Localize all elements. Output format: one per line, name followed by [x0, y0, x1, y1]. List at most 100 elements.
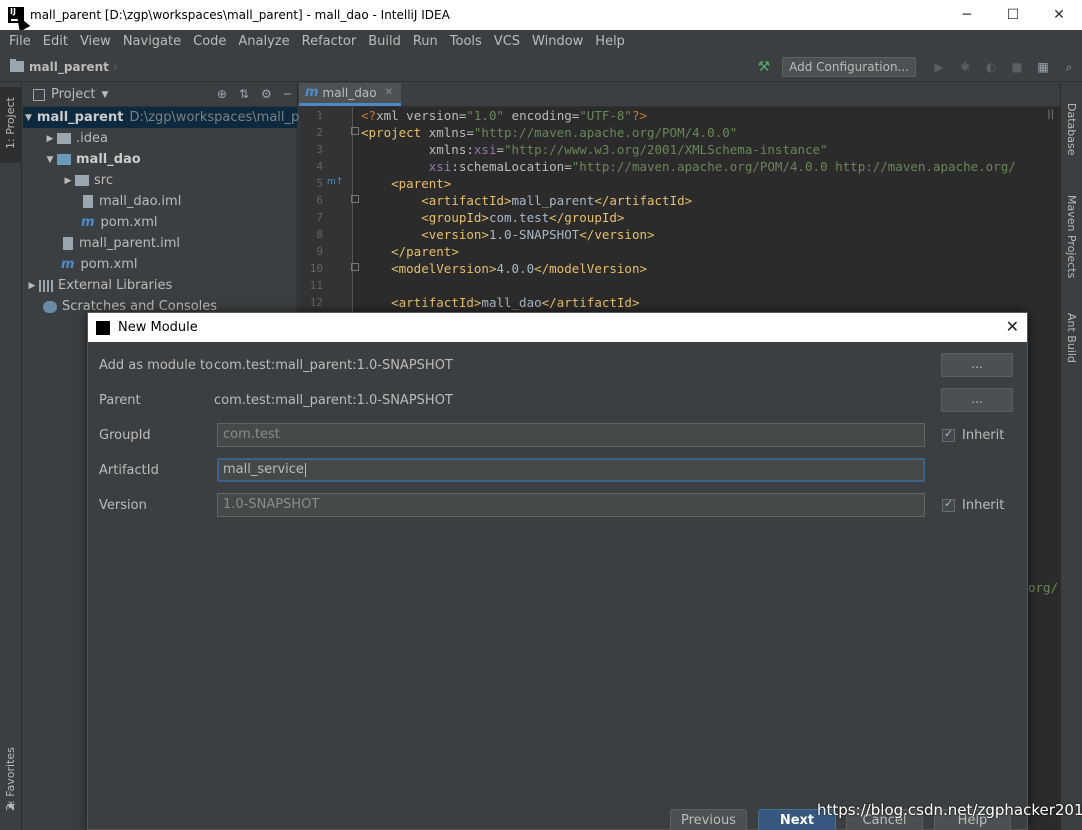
- groupid-inherit-checkbox[interactable]: Inherit: [942, 427, 1005, 443]
- tree-item-dao-pom[interactable]: m pom.xml: [23, 212, 297, 233]
- artifactid-field[interactable]: mall_service: [217, 458, 925, 482]
- tree-item-mall-dao[interactable]: ▼ mall_dao: [23, 149, 297, 170]
- tree-item-label: src: [94, 173, 113, 188]
- pause-icon: ||: [1047, 109, 1054, 120]
- maven-projects-tool-tab[interactable]: Maven Projects: [1065, 195, 1078, 278]
- tree-item-mall-parent-iml[interactable]: mall_parent.iml: [23, 233, 297, 254]
- artifactid-row: ArtifactId mall_service: [88, 457, 1029, 483]
- project-view-icon: [33, 88, 45, 101]
- search-icon[interactable]: ⌕: [1056, 60, 1082, 75]
- menu-vcs[interactable]: VCS: [488, 34, 526, 49]
- collapsed-arrow-icon[interactable]: ▶: [25, 281, 39, 291]
- version-field[interactable]: 1.0-SNAPSHOT: [217, 493, 925, 517]
- code-line-5: <parent>: [391, 176, 452, 191]
- database-tool-tab[interactable]: Database: [1065, 103, 1078, 156]
- line-number: 6: [316, 194, 323, 207]
- module-folder-icon: [57, 154, 71, 165]
- line-number: 10: [309, 262, 323, 275]
- tree-item-external-libraries[interactable]: ▶ External Libraries: [23, 275, 297, 296]
- menu-refactor[interactable]: Refactor: [296, 34, 363, 49]
- code-content[interactable]: <?xml version="1.0" encoding="UTF-8"?> <…: [361, 107, 1016, 311]
- previous-button[interactable]: Previous: [670, 809, 747, 830]
- tree-item-label: mall_parent.iml: [79, 236, 180, 251]
- menu-run[interactable]: Run: [407, 34, 444, 49]
- gear-icon[interactable]: ⚙: [261, 87, 272, 101]
- tree-item-parent-pom[interactable]: m pom.xml: [23, 254, 297, 275]
- intellij-logo-icon: [96, 320, 110, 335]
- add-as-module-browse-button[interactable]: ...: [941, 353, 1013, 377]
- code-line-9: </parent>: [391, 244, 459, 259]
- inherit-label: Inherit: [962, 427, 1005, 443]
- menu-build[interactable]: Build: [362, 34, 407, 49]
- collapsed-arrow-icon[interactable]: ▶: [43, 134, 57, 144]
- tree-item-idea[interactable]: ▶ .idea: [23, 128, 297, 149]
- menu-analyze[interactable]: Analyze: [232, 34, 295, 49]
- maximize-button[interactable]: ☐: [990, 0, 1036, 30]
- fold-icon[interactable]: [351, 195, 359, 203]
- parent-row: Parent com.test:mall_parent:1.0-SNAPSHOT…: [88, 387, 1029, 413]
- line-number: 11: [309, 279, 323, 292]
- tree-item-src[interactable]: ▶ src: [23, 170, 297, 191]
- project-view-selector[interactable]: Project: [51, 87, 95, 102]
- menu-navigate[interactable]: Navigate: [117, 34, 187, 49]
- add-as-module-label: Add as module to: [99, 357, 214, 373]
- collapse-all-icon[interactable]: ⇅: [239, 87, 249, 101]
- close-icon[interactable]: ✕: [1006, 317, 1019, 336]
- tree-item-path: D:\zgp\workspaces\mall_pa: [129, 110, 308, 125]
- breadcrumb[interactable]: mall_parent ›: [10, 59, 118, 74]
- project-tool-tab[interactable]: 1: Project: [0, 87, 22, 163]
- groupid-field[interactable]: com.test: [217, 423, 925, 447]
- collapsed-arrow-icon[interactable]: ▶: [61, 176, 75, 186]
- version-inherit-checkbox[interactable]: Inherit: [942, 497, 1005, 513]
- tree-item-label: mall_dao.iml: [99, 194, 182, 209]
- project-structure-icon[interactable]: ▦: [1030, 60, 1056, 74]
- line-number: 7: [316, 211, 323, 224]
- editor-tab-mall-dao[interactable]: m mall_dao ✕: [299, 83, 401, 106]
- line-number: 2: [316, 126, 323, 139]
- add-as-module-row: Add as module to com.test:mall_parent:1.…: [88, 352, 1029, 378]
- fold-icon[interactable]: [351, 127, 359, 135]
- left-tool-strip: 1: Project 2: Favorites ★: [0, 83, 22, 830]
- debug-icon[interactable]: ✱: [952, 60, 978, 74]
- locate-icon[interactable]: ⊕: [217, 87, 227, 101]
- tree-item-mall-dao-iml[interactable]: mall_dao.iml: [23, 191, 297, 212]
- iml-file-icon: [83, 195, 93, 208]
- build-hammer-icon[interactable]: ⚒: [758, 59, 771, 75]
- menu-view[interactable]: View: [74, 34, 117, 49]
- code-line-1: <?xml version="1.0" encoding="UTF-8"?>: [361, 108, 648, 123]
- window-controls: ─ ☐ ✕: [944, 0, 1082, 30]
- add-as-module-value: com.test:mall_parent:1.0-SNAPSHOT: [214, 357, 453, 373]
- parent-browse-button[interactable]: ...: [941, 388, 1013, 412]
- parent-value: com.test:mall_parent:1.0-SNAPSHOT: [214, 392, 453, 408]
- ant-build-tool-tab[interactable]: Ant Build: [1065, 313, 1078, 363]
- line-number: 5: [316, 177, 323, 190]
- close-tab-icon[interactable]: ✕: [385, 87, 393, 98]
- tree-item-label: pom.xml: [80, 257, 138, 272]
- stop-icon[interactable]: ■: [1004, 60, 1030, 74]
- close-window-button[interactable]: ✕: [1036, 0, 1082, 30]
- code-line-4: xsi:schemaLocation="http://maven.apache.…: [428, 159, 1016, 174]
- menu-code[interactable]: Code: [187, 34, 232, 49]
- add-configuration-button[interactable]: Add Configuration...: [782, 57, 916, 77]
- navigation-bar: mall_parent › ⚒ Add Configuration... ▶ ✱…: [0, 52, 1082, 82]
- expanded-arrow-icon[interactable]: ▼: [25, 113, 32, 123]
- editor-tab-label: mall_dao: [322, 85, 377, 100]
- expanded-arrow-icon[interactable]: ▼: [43, 155, 57, 165]
- project-folder-icon: [10, 59, 24, 72]
- navigate-parent-icon[interactable]: m↑: [327, 177, 343, 187]
- tree-item-mall-parent[interactable]: ▼ mall_parent D:\zgp\workspaces\mall_pa: [23, 107, 307, 128]
- new-module-dialog: New Module ✕ Add as module to com.test:m…: [87, 312, 1028, 830]
- menu-edit[interactable]: Edit: [37, 34, 74, 49]
- coverage-icon[interactable]: ◐: [978, 60, 1004, 74]
- maven-file-icon: m: [305, 85, 319, 100]
- menu-file[interactable]: File: [3, 34, 37, 49]
- menu-tools[interactable]: Tools: [444, 34, 488, 49]
- run-icon[interactable]: ▶: [926, 60, 952, 74]
- hide-icon[interactable]: ─: [284, 87, 291, 101]
- chevron-down-icon[interactable]: ▼: [101, 90, 108, 100]
- menu-help[interactable]: Help: [589, 34, 631, 49]
- inherit-label: Inherit: [962, 497, 1005, 513]
- fold-icon[interactable]: [351, 263, 359, 271]
- menu-window[interactable]: Window: [526, 34, 589, 49]
- minimize-button[interactable]: ─: [944, 0, 990, 30]
